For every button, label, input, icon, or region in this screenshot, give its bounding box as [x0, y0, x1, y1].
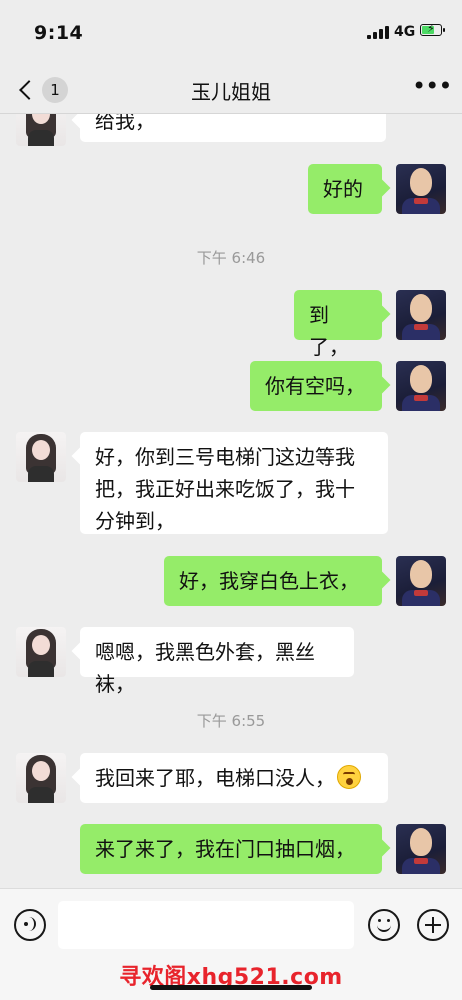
message-bubble-outgoing[interactable]: 来了来了，我在门口抽口烟， — [80, 824, 382, 874]
message-bubble-incoming[interactable]: 我回来了耶，电梯口没人， — [80, 753, 388, 803]
message-bubble-outgoing[interactable]: 好的 — [308, 164, 382, 214]
my-avatar[interactable] — [396, 824, 446, 874]
message-bubble-outgoing[interactable]: 好，我穿白色上衣， — [164, 556, 382, 606]
unread-badge: 1 — [42, 77, 68, 103]
back-chevron-icon — [19, 80, 39, 100]
chat-area[interactable]: 给我， 好的 下午 6:46 到了， 你有空吗， 好，你到三号电梯门这边等我把，… — [0, 114, 462, 888]
signal-icon — [367, 25, 389, 39]
timestamp: 下午 6:46 — [196, 249, 266, 267]
home-indicator[interactable] — [150, 985, 312, 990]
emoji-icon[interactable] — [368, 909, 400, 941]
contact-avatar[interactable] — [16, 432, 66, 482]
my-avatar[interactable] — [396, 290, 446, 340]
chat-title: 玉儿姐姐 — [191, 80, 271, 104]
my-avatar[interactable] — [396, 361, 446, 411]
status-bar: 9:14 4G ⚡ — [0, 0, 462, 66]
nav-bar: 1 玉儿姐姐 ••• — [0, 66, 462, 114]
contact-avatar[interactable] — [16, 753, 66, 803]
message-input[interactable] — [58, 901, 354, 949]
message-bubble-outgoing[interactable]: 你有空吗， — [250, 361, 382, 411]
battery-icon: ⚡ — [420, 23, 445, 36]
more-options-icon[interactable]: ••• — [412, 74, 452, 104]
message-bubble-outgoing[interactable]: 到了， — [294, 290, 382, 359]
back-button[interactable]: 1 — [14, 74, 68, 106]
voice-icon[interactable] — [14, 909, 46, 941]
input-bar: 寻欢阁xhg521.com — [0, 888, 462, 1000]
contact-avatar[interactable] — [16, 627, 66, 677]
timestamp: 下午 6:55 — [196, 712, 266, 730]
my-avatar[interactable] — [396, 556, 446, 606]
my-avatar[interactable] — [396, 164, 446, 214]
contact-avatar[interactable] — [16, 114, 66, 146]
plus-icon[interactable] — [417, 909, 449, 941]
message-bubble-incoming[interactable]: 给我， — [80, 114, 386, 142]
message-bubble-incoming[interactable]: 好，你到三号电梯门这边等我把，我正好出来吃饭了，我十分钟到， — [80, 432, 388, 534]
flushed-emoji-icon — [337, 765, 361, 789]
message-bubble-incoming[interactable]: 嗯嗯，我黑色外套，黑丝袜， — [80, 627, 354, 696]
status-time: 9:14 — [34, 22, 84, 44]
network-label: 4G — [394, 24, 416, 40]
